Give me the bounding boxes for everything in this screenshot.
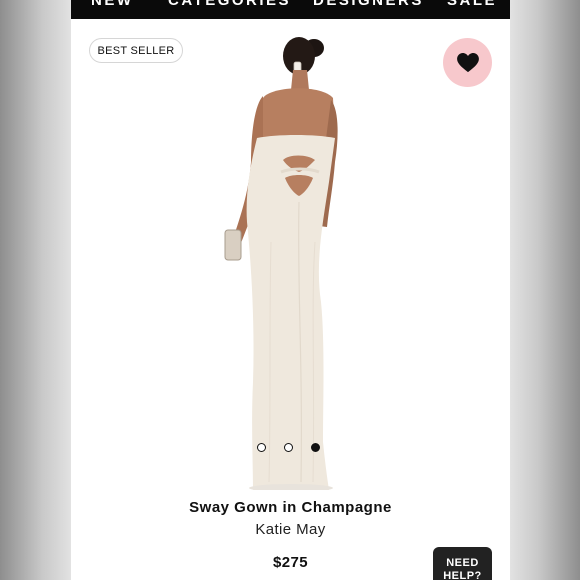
gallery-dot[interactable] [257, 443, 266, 452]
nav-item-new[interactable]: NEW [91, 0, 134, 9]
product-title: Sway Gown in Champagne [189, 499, 392, 516]
need-help-button[interactable]: NEED HELP? [433, 547, 492, 580]
gallery-pagination [257, 443, 327, 455]
nav-item-sale[interactable]: SALE [447, 0, 497, 9]
top-nav: NEW CATEGORIES DESIGNERS SALE [71, 0, 510, 19]
background-right [510, 0, 580, 580]
product-brand[interactable]: Katie May [71, 521, 510, 538]
best-seller-badge: BEST SELLER [89, 38, 183, 63]
nav-item-designers[interactable]: DESIGNERS [313, 0, 424, 9]
gallery-dot[interactable] [284, 443, 293, 452]
phone-screen: NEW CATEGORIES DESIGNERS SALE BEST SELLE… [71, 0, 510, 580]
badge-label: BEST SELLER [97, 44, 175, 57]
gallery-dot[interactable] [311, 443, 320, 452]
back [259, 88, 335, 140]
background-left [0, 0, 71, 580]
heart-icon [456, 52, 479, 72]
favorite-button[interactable] [443, 38, 492, 87]
product-image[interactable] [211, 22, 371, 490]
clutch [224, 229, 242, 261]
nav-item-categories[interactable]: CATEGORIES [168, 0, 291, 9]
neck [291, 70, 309, 90]
